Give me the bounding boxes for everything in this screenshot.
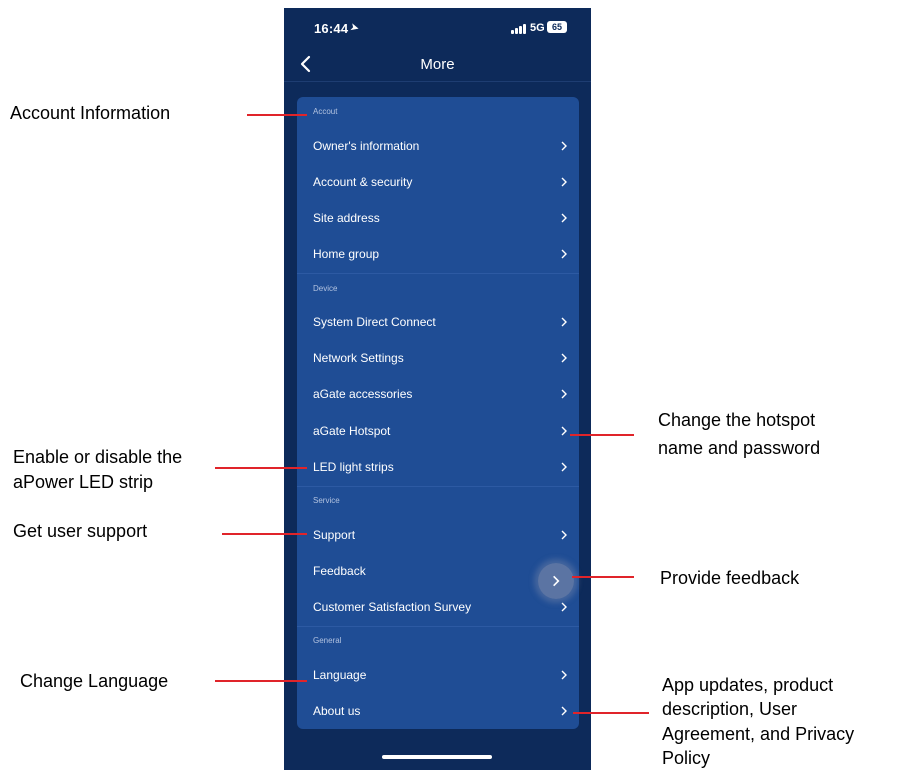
- nav-bar: More: [284, 52, 591, 82]
- annotation-line: [215, 467, 307, 469]
- signal-icon: [511, 24, 527, 34]
- chevron-right-icon: [561, 353, 567, 363]
- menu-item-label: aGate accessories: [313, 387, 413, 401]
- annotation-language: Change Language: [20, 671, 169, 691]
- chevron-right-icon: [561, 389, 567, 399]
- section-header-service: Service: [313, 496, 340, 505]
- menu-item-led-light-strips[interactable]: LED light strips: [297, 449, 579, 485]
- network-type: 5G: [530, 22, 545, 34]
- annotation-line: [247, 114, 307, 116]
- annotation-about-line1: App updates, product: [662, 675, 834, 695]
- chevron-right-icon: [561, 426, 567, 436]
- annotation-feedback: Provide feedback: [660, 568, 800, 588]
- section-header-general: General: [313, 636, 342, 645]
- section-divider: [297, 273, 579, 274]
- menu-item-home-group[interactable]: Home group: [297, 236, 579, 272]
- menu-item-agate-accessories[interactable]: aGate accessories: [297, 376, 579, 412]
- chevron-right-icon: [561, 317, 567, 327]
- menu-item-site-address[interactable]: Site address: [297, 200, 579, 236]
- annotation-hotspot-line1: Change the hotspot: [658, 410, 816, 430]
- annotation-account-information: Account Information: [10, 103, 171, 123]
- annotation-about-line4: Policy: [662, 748, 711, 768]
- chevron-right-icon: [561, 670, 567, 680]
- annotation-led-strip-line1: Enable or disable the: [13, 447, 183, 467]
- section-header-device: Device: [313, 284, 338, 293]
- menu-item-label: System Direct Connect: [313, 315, 436, 329]
- menu-item-support[interactable]: Support: [297, 517, 579, 553]
- menu-item-label: Home group: [313, 247, 380, 261]
- status-time: 16:44: [314, 21, 349, 36]
- annotation-line: [215, 680, 307, 682]
- menu-item-label: Customer Satisfaction Survey: [313, 600, 472, 614]
- battery-icon: 65: [547, 21, 567, 33]
- menu-item-system-direct-connect[interactable]: System Direct Connect: [297, 304, 579, 340]
- menu-item-label: Language: [313, 668, 367, 682]
- menu-item-account-security[interactable]: Account & security: [297, 164, 579, 200]
- chevron-right-icon: [561, 602, 567, 612]
- chevron-right-icon: [561, 706, 567, 716]
- menu-item-label: Support: [313, 528, 356, 542]
- menu-item-label: Feedback: [313, 564, 366, 578]
- home-indicator: [382, 755, 492, 759]
- chevron-right-icon: [561, 530, 567, 540]
- menu-item-customer-satisfaction-survey[interactable]: Customer Satisfaction Survey: [297, 589, 579, 625]
- menu-item-language[interactable]: Language: [297, 657, 579, 693]
- annotation-about-line3: Agreement, and Privacy: [662, 724, 855, 744]
- chevron-right-icon: [561, 213, 567, 223]
- menu-item-owners-information[interactable]: Owner's information: [297, 128, 579, 164]
- chevron-right-icon: [561, 141, 567, 151]
- menu-item-agate-hotspot[interactable]: aGate Hotspot: [297, 413, 579, 449]
- touch-indicator: [538, 563, 574, 599]
- menu-item-network-settings[interactable]: Network Settings: [297, 340, 579, 376]
- annotation-line: [222, 533, 307, 535]
- annotation-line: [570, 434, 634, 436]
- section-header-account: Accout: [313, 107, 338, 116]
- annotation-line: [573, 712, 649, 714]
- menu-item-label: Owner's information: [313, 139, 420, 153]
- menu-item-about-us[interactable]: About us: [297, 693, 579, 729]
- menu-item-label: aGate Hotspot: [313, 424, 391, 438]
- annotation-line: [572, 576, 634, 578]
- page-title: More: [420, 56, 455, 73]
- phone-screen: 16:44 ➤ 5G 65 More Accout Owner's inform…: [284, 8, 591, 770]
- location-arrow-icon: ➤: [348, 20, 361, 35]
- section-divider: [297, 486, 579, 487]
- nav-divider: [284, 81, 591, 82]
- chevron-right-icon: [561, 462, 567, 472]
- chevron-right-icon: [553, 575, 560, 587]
- section-divider: [297, 626, 579, 627]
- status-bar: 16:44 ➤ 5G 65: [284, 8, 591, 52]
- chevron-right-icon: [561, 177, 567, 187]
- menu-item-label: About us: [313, 704, 361, 718]
- annotation-about-line2: description, User: [662, 699, 798, 719]
- annotation-hotspot-line2: name and password: [658, 438, 821, 458]
- chevron-right-icon: [561, 249, 567, 259]
- menu-item-label: Site address: [313, 211, 380, 225]
- menu-item-label: Network Settings: [313, 351, 404, 365]
- menu-item-feedback[interactable]: Feedback: [297, 553, 579, 589]
- annotation-led-strip-line2: aPower LED strip: [13, 472, 154, 492]
- menu-card: Accout Owner's information Account & sec…: [297, 97, 579, 729]
- menu-item-label: LED light strips: [313, 460, 394, 474]
- menu-item-label: Account & security: [313, 175, 413, 189]
- annotation-support: Get user support: [13, 521, 148, 541]
